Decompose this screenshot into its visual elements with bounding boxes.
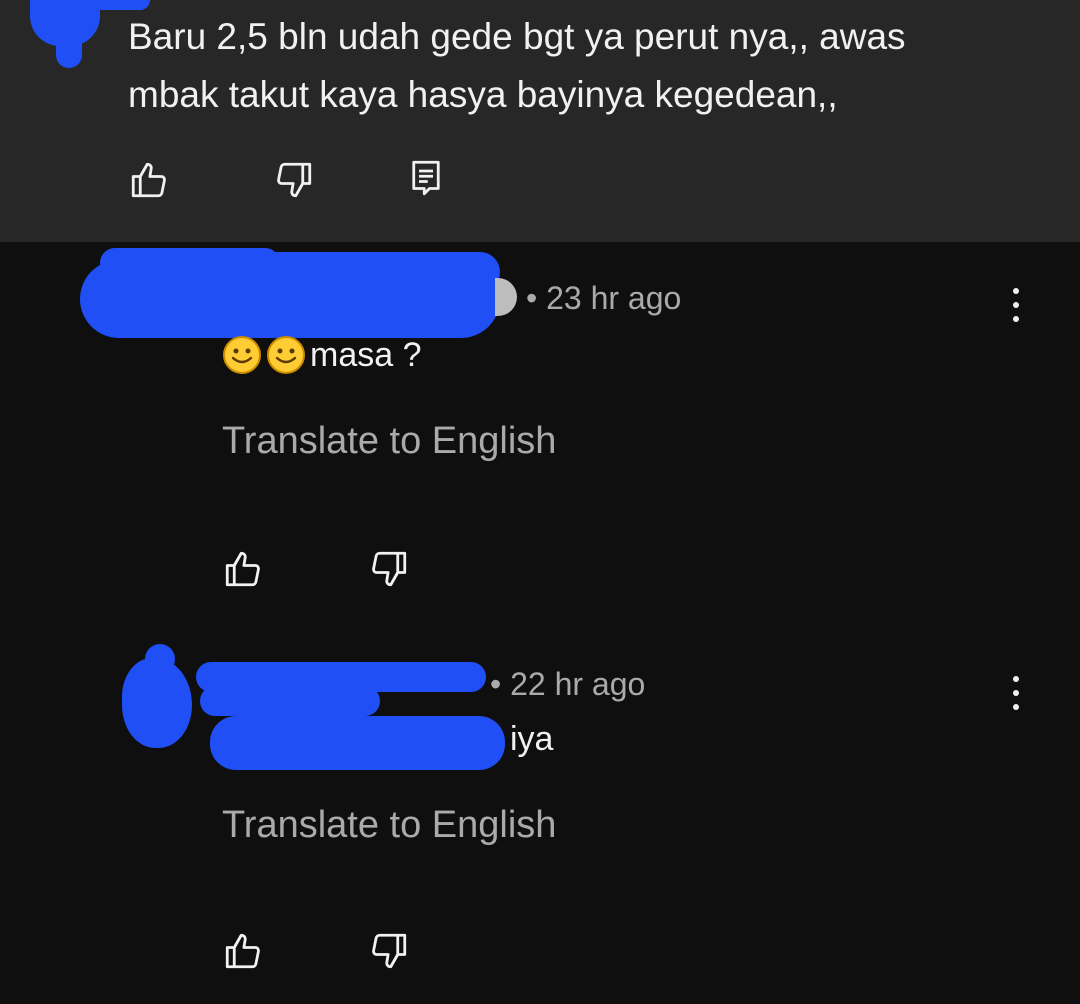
more-options-button[interactable] (1010, 286, 1022, 326)
reply-comment-2: • 22 hr ago iya Translate to English (0, 628, 1080, 1004)
thumbs-down-icon (277, 162, 312, 198)
comment-timestamp: • 22 hr ago (490, 666, 646, 702)
redacted-avatar (145, 644, 175, 674)
redacted-text (210, 716, 505, 770)
comment-reply-icon (412, 160, 440, 196)
more-options-button[interactable] (1010, 674, 1022, 714)
dislike-button[interactable] (368, 548, 410, 590)
thumbs-down-icon (372, 551, 407, 587)
reply-text-body: iya (510, 720, 554, 758)
reply-comment-1: • 23 hr ago masa ? Translate to English (0, 242, 1080, 628)
dislike-button[interactable] (273, 159, 315, 201)
comment-text: Baru 2,5 bln udah gede bgt ya perut nya,… (128, 16, 906, 115)
redacted-mark (56, 20, 82, 68)
dislike-button[interactable] (368, 930, 410, 972)
handle-pill-edge (495, 278, 517, 316)
translate-link[interactable]: Translate to English (222, 806, 556, 844)
smile-emoji-icon (222, 335, 266, 375)
like-button[interactable] (222, 548, 264, 590)
comment-timestamp: • 23 hr ago (526, 280, 682, 316)
more-vert-icon (1013, 676, 1019, 682)
thumbs-down-icon (372, 933, 407, 969)
highlighted-comment: Baru 2,5 bln udah gede bgt ya perut nya,… (0, 0, 1080, 242)
thumbs-up-icon (225, 933, 260, 969)
like-button[interactable] (128, 159, 170, 201)
more-vert-icon (1013, 288, 1019, 294)
redacted-name (240, 252, 500, 292)
reply-button[interactable] (405, 157, 447, 199)
thumbs-up-icon (225, 551, 260, 587)
translate-link[interactable]: Translate to English (222, 422, 556, 460)
reply-text: masa ? (222, 335, 422, 375)
smile-emoji-icon (266, 335, 310, 375)
like-button[interactable] (222, 930, 264, 972)
reply-text-body: masa ? (310, 336, 422, 374)
redacted-name (200, 686, 380, 716)
thumbs-up-icon (131, 162, 166, 198)
